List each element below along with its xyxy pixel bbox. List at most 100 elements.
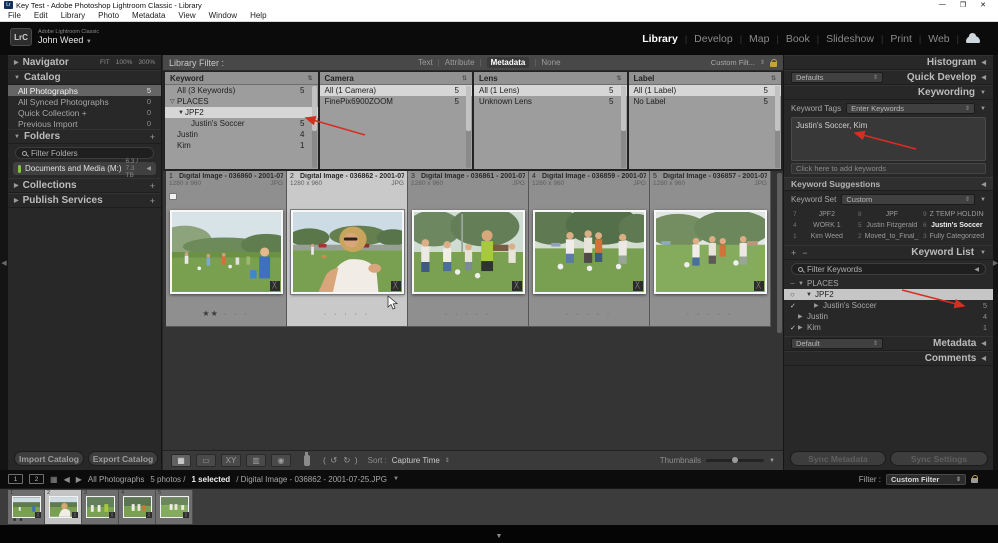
catalog-item-all-synced[interactable]: All Synced Photographs 0: [8, 96, 161, 107]
module-library[interactable]: Library: [642, 33, 678, 45]
camera-column-header[interactable]: Camera ⇅: [319, 72, 472, 85]
module-print[interactable]: Print: [890, 33, 912, 45]
keyword-list-header[interactable]: + − Keyword List ▼: [784, 245, 993, 260]
next-arrow-icon[interactable]: ▶: [76, 475, 82, 484]
keyword-set-cell-active[interactable]: 6 Justin's Soccer: [921, 220, 986, 231]
camera-row-all[interactable]: All (1 Camera) 5: [319, 85, 472, 96]
menu-library[interactable]: Library: [61, 11, 85, 20]
keyword-badge-icon[interactable]: ╳: [269, 281, 280, 291]
keyword-badge-icon[interactable]: ╳: [632, 281, 643, 291]
label-column-header[interactable]: Label ⇅: [628, 72, 781, 85]
remove-keyword-button[interactable]: −: [802, 248, 807, 258]
photo-cell-5[interactable]: 5 Digital Image - 036857 - 2001-07-25 128…: [646, 171, 771, 327]
rating-dots[interactable]: · · · · ·: [650, 311, 770, 318]
check-icon[interactable]: ✓: [790, 302, 798, 310]
grid-view-button[interactable]: ▦: [171, 454, 191, 467]
sort-value-dropdown[interactable]: Capture Time: [392, 456, 440, 465]
quick-develop-header[interactable]: Defaults ⇕ Quick Develop ◀: [784, 70, 993, 85]
filmstrip-thumb-3[interactable]: 3 ╳: [82, 490, 119, 524]
grid-icon[interactable]: ▦: [50, 475, 58, 484]
keyword-row-justin[interactable]: Justin 4: [165, 129, 318, 140]
quick-develop-preset-dropdown[interactable]: Defaults ⇕: [791, 72, 883, 83]
filter-tab-metadata[interactable]: Metadata: [486, 57, 530, 68]
column-scrollbar[interactable]: [775, 86, 780, 168]
maximize-button[interactable]: ❐: [960, 1, 966, 9]
label-row-all[interactable]: All (1 Label) 5: [628, 85, 781, 96]
filter-tab-none[interactable]: None: [541, 58, 560, 67]
menu-metadata[interactable]: Metadata: [132, 11, 165, 20]
keyword-row-kim[interactable]: Kim 1: [165, 140, 318, 151]
sync-metadata-button[interactable]: Sync Metadata: [790, 451, 886, 466]
lens-column-header[interactable]: Lens ⇅: [474, 72, 627, 85]
source-indicator[interactable]: All Photographs: [88, 475, 144, 484]
add-keyword-button[interactable]: +: [791, 248, 796, 258]
comments-header[interactable]: Comments ◀: [784, 351, 993, 366]
keyword-tags-textarea[interactable]: Justin's Soccer, Kim: [791, 117, 986, 161]
export-catalog-button[interactable]: Export Catalog: [88, 451, 158, 466]
photo-thumbnail[interactable]: ╳: [156, 210, 292, 294]
thumbnail-size-slider[interactable]: [706, 457, 765, 463]
loupe-view-button[interactable]: ▭: [196, 454, 216, 467]
menu-file[interactable]: File: [8, 11, 21, 20]
menu-help[interactable]: Help: [250, 11, 266, 20]
catalog-item-quick-collection[interactable]: Quick Collection +0: [8, 107, 161, 118]
module-slideshow[interactable]: Slideshow: [826, 33, 874, 45]
navigator-zoom-100[interactable]: 100%: [116, 59, 133, 66]
keyword-row-jpf2[interactable]: ▼ JPF2: [165, 107, 318, 118]
keywording-header[interactable]: Keywording ▼: [784, 85, 993, 100]
rating-dots[interactable]: · · · · ·: [408, 311, 528, 318]
left-panel-collapse-arrow[interactable]: ◀: [0, 55, 8, 470]
add-keywords-input[interactable]: Click here to add keywords: [791, 163, 986, 174]
rating-dots[interactable]: · · · · ·: [287, 311, 407, 318]
photo-cell-4[interactable]: 4 Digital Image - 036859 - 2001-07-25 128…: [523, 171, 655, 327]
keyword-tags-mode-dropdown[interactable]: Enter Keywords ⇕: [846, 103, 976, 114]
keyword-badge-icon[interactable]: ╳: [390, 281, 401, 291]
menu-window[interactable]: Window: [209, 11, 237, 20]
keyword-row-places[interactable]: ▽ PLACES: [165, 96, 318, 107]
keyword-set-dropdown[interactable]: Custom ⇕: [841, 194, 976, 205]
keyword-set-cell[interactable]: 9Z TEMP HOLDING: [921, 209, 986, 220]
keyword-set-cell[interactable]: 4 WORK 1: [791, 220, 856, 231]
filmstrip-filter-dropdown[interactable]: Custom Filter ⇕: [886, 473, 966, 485]
compare-view-button[interactable]: XY: [221, 454, 241, 467]
filmstrip-thumb-2-selected[interactable]: 2 ╳: [45, 490, 82, 524]
module-web[interactable]: Web: [928, 33, 949, 45]
histogram-header[interactable]: Histogram ◀: [784, 55, 993, 70]
catalog-item-all-photographs[interactable]: All Photographs 5: [8, 85, 161, 96]
navigator-zoom-fit[interactable]: FIT: [100, 59, 110, 66]
rating-dots[interactable]: · · · · ·: [529, 311, 649, 318]
cloud-sync-icon[interactable]: [966, 32, 980, 43]
keyword-set-cell[interactable]: 2Moved_to_Final_Fol...: [856, 231, 921, 242]
keyword-set-cell[interactable]: 5 Justin Fitzgerald: [856, 220, 921, 231]
chevron-down-icon[interactable]: ▼: [393, 476, 399, 482]
navigator-zoom-300[interactable]: 300%: [138, 59, 155, 66]
keyword-list-jpf2-selected[interactable]: ○ ▼ JPF2: [784, 289, 993, 300]
painter-spray-icon[interactable]: [304, 452, 310, 466]
keyword-row-all[interactable]: All (3 Keywords) 5: [165, 85, 318, 96]
keyword-suggestions-header[interactable]: Keyword Suggestions ◀: [784, 177, 993, 191]
keyword-list-justin[interactable]: ▶ Justin 4: [784, 311, 993, 322]
grid-scrollbar[interactable]: [777, 173, 782, 333]
keyword-set-cell[interactable]: 3Fully Categorized Pho...: [921, 231, 986, 242]
rating-stars[interactable]: ★★ · · ·: [166, 309, 286, 318]
check-icon[interactable]: ✓: [790, 324, 798, 332]
filmstrip-thumb-1[interactable]: 1 ╳ ■ ■: [8, 490, 45, 524]
add-folder-button[interactable]: +: [150, 132, 155, 142]
metadata-header[interactable]: Default ⇕ Metadata ◀: [784, 336, 993, 351]
keyword-list-justins-soccer[interactable]: ✓ ▶ Justin's Soccer 5: [784, 300, 993, 311]
previous-arrow-icon[interactable]: ◀: [64, 475, 70, 484]
keyword-row-justins-soccer[interactable]: Justin's Soccer 5: [165, 118, 318, 129]
survey-view-button[interactable]: ▥: [246, 454, 266, 467]
minimize-button[interactable]: —: [939, 1, 946, 9]
column-scrollbar[interactable]: [311, 86, 317, 168]
column-scrollbar[interactable]: [466, 86, 471, 168]
photo-thumbnail[interactable]: ╳: [523, 204, 655, 294]
filmstrip-thumb-5[interactable]: 5 ╳: [156, 490, 193, 524]
rotate-right-icon[interactable]: ↻ ): [343, 455, 358, 466]
add-collection-button[interactable]: +: [150, 181, 155, 191]
people-view-button[interactable]: ◉: [271, 454, 291, 467]
menu-photo[interactable]: Photo: [98, 11, 119, 20]
lens-row-unknown[interactable]: Unknown Lens 5: [474, 96, 627, 107]
volume-browser[interactable]: Documents and Media (M:) 6.3 / 7.3 TB ◀: [13, 158, 156, 179]
filter-preset-dropdown[interactable]: Custom Filt...: [711, 58, 755, 67]
